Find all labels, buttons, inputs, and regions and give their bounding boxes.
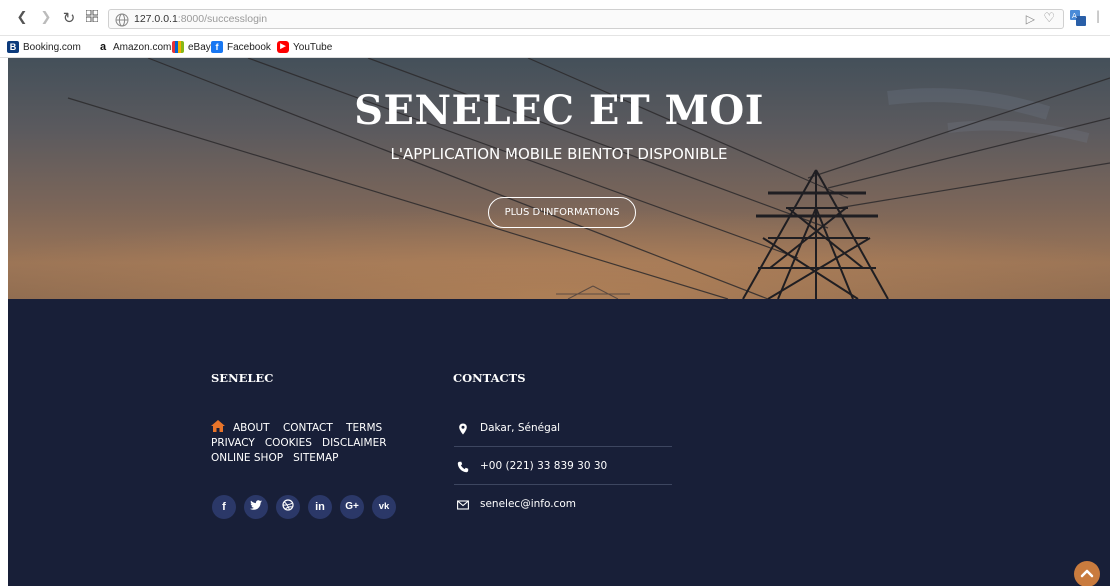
bookmark-youtube[interactable]: ▶ YouTube [277, 39, 332, 55]
bookmark-amazon[interactable]: a Amazon.com [97, 39, 171, 55]
address-bar[interactable]: 127.0.0.1:8000/successlogin ▷ ♡ [108, 9, 1064, 29]
forward-icon[interactable]: ❯ [38, 10, 54, 26]
bookmark-label: Amazon.com [113, 41, 172, 53]
divider [454, 484, 672, 485]
booking-icon: B [7, 41, 19, 53]
contact-phone: +00 (221) 33 839 30 30 [454, 459, 672, 497]
menu-separator-icon: | [1096, 9, 1101, 23]
svg-text:A: A [1072, 12, 1077, 20]
footer-link-contact[interactable]: CONTACT [283, 422, 333, 434]
youtube-icon: ▶ [277, 41, 289, 53]
footer-link-about[interactable]: ABOUT [233, 422, 270, 434]
send-icon[interactable]: ▷ [1026, 12, 1035, 27]
footer-link-cookies[interactable]: COOKIES [265, 437, 312, 449]
hero-banner: SENELEC ET MOI L'APPLICATION MOBILE BIEN… [8, 58, 1110, 299]
bookmark-label: YouTube [293, 41, 333, 53]
url-path: :8000/successlogin [177, 13, 268, 25]
dribbble-icon[interactable] [276, 495, 300, 519]
footer-link-sitemap[interactable]: SITEMAP [293, 452, 338, 464]
hero-title: SENELEC ET MOI [354, 87, 764, 134]
footer-links: ABOUT CONTACT TERMS PRIVACY COOKIES DISC… [211, 420, 441, 466]
scroll-to-top-button[interactable] [1074, 561, 1100, 586]
bookmark-facebook[interactable]: f Facebook [211, 39, 271, 55]
bookmark-label: Booking.com [23, 41, 81, 53]
bookmarks-bar: B Booking.com a Amazon.com eBay f Facebo… [0, 36, 1110, 58]
email-text[interactable]: senelec@info.com [480, 497, 576, 512]
footer-link-online-shop[interactable]: ONLINE SHOP [211, 452, 283, 464]
facebook-icon[interactable]: f [212, 495, 236, 519]
address-text: Dakar, Sénégal [480, 422, 561, 434]
vk-icon[interactable]: vk [372, 495, 396, 519]
facebook-icon: f [211, 41, 223, 53]
map-pin-icon [457, 423, 469, 435]
social-links: f in G+ vk [212, 495, 396, 519]
senelec-column-title: SENELEC [211, 371, 274, 385]
ebay-icon [172, 41, 184, 53]
bookmark-ebay[interactable]: eBay [172, 39, 211, 55]
url-text: 127.0.0.1:8000/successlogin [134, 12, 267, 27]
back-icon[interactable]: ❮ [14, 10, 30, 26]
footer-link-disclaimer[interactable]: DISCLAIMER [322, 437, 387, 449]
amazon-icon: a [97, 41, 109, 53]
footer-link-terms[interactable]: TERMS [346, 422, 382, 434]
phone-icon [457, 461, 469, 473]
divider [454, 446, 672, 447]
reload-icon[interactable]: ↻ [61, 10, 77, 26]
apps-grid-icon[interactable] [84, 9, 100, 26]
bookmark-label: eBay [188, 41, 211, 53]
globe-icon [115, 12, 129, 27]
heart-icon[interactable]: ♡ [1043, 11, 1055, 27]
bookmark-label: Facebook [227, 41, 271, 53]
site-footer: SENELEC ABOUT CONTACT TERMS PRIVACY COOK… [8, 299, 1110, 586]
contact-email: senelec@info.com [454, 497, 672, 535]
translate-icon[interactable]: A [1070, 10, 1086, 26]
envelope-icon [457, 499, 469, 511]
bookmark-booking[interactable]: B Booking.com [7, 39, 81, 55]
hero-subtitle: L'APPLICATION MOBILE BIENTOT DISPONIBLE [390, 145, 728, 163]
phone-text: +00 (221) 33 839 30 30 [480, 460, 608, 472]
home-icon[interactable] [211, 420, 225, 432]
browser-toolbar: ❮ ❯ ↻ 127.0.0.1:8000/successlogin ▷ ♡ A … [0, 0, 1110, 36]
google-plus-icon[interactable]: G+ [340, 495, 364, 519]
contact-address: Dakar, Sénégal [454, 421, 672, 459]
contacts-column-title: CONTACTS [453, 371, 526, 385]
chevron-up-icon [1080, 569, 1094, 578]
url-host: 127.0.0.1 [134, 13, 178, 25]
linkedin-icon[interactable]: in [308, 495, 332, 519]
footer-link-privacy[interactable]: PRIVACY [211, 437, 255, 449]
more-info-button[interactable]: PLUS D'INFORMATIONS [488, 197, 636, 228]
twitter-icon[interactable] [244, 495, 268, 519]
